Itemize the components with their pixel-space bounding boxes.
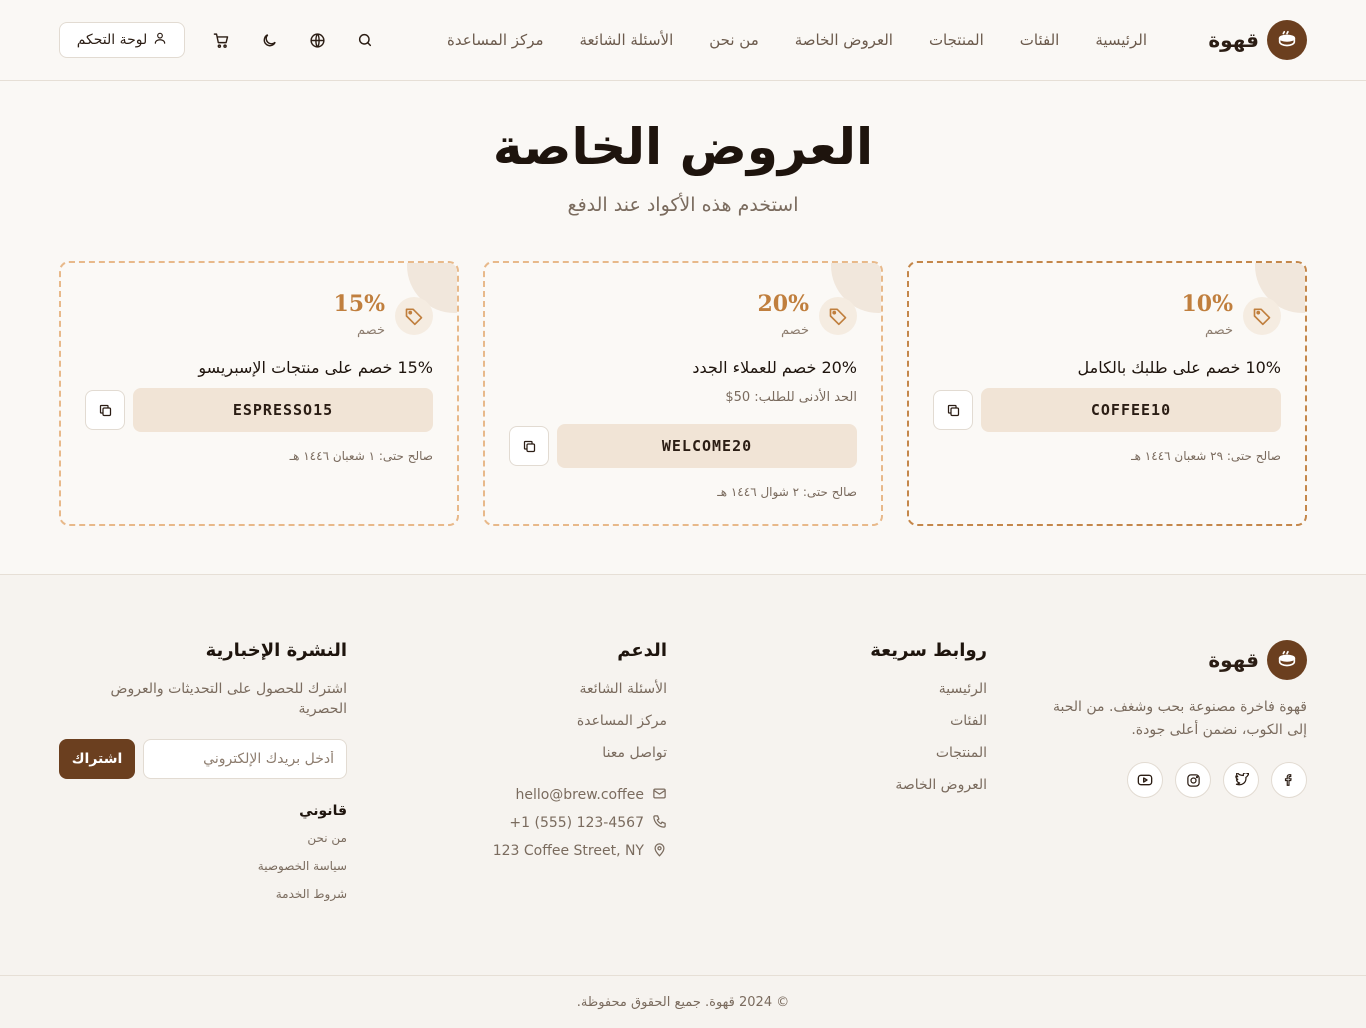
discount-label: خصم [357,323,385,338]
brand-name: قهوة [1208,28,1259,52]
tag-icon [819,297,857,335]
cart-icon[interactable] [209,28,233,52]
nav-help-center[interactable]: مركز المساعدة [447,31,544,49]
instagram-icon[interactable] [1175,762,1211,798]
copy-icon[interactable] [85,390,125,430]
nav-special-offers[interactable]: العروض الخاصة [795,31,893,49]
globe-icon[interactable] [305,28,329,52]
phone-text: +1 (555) 123-4567 [509,815,644,831]
legal-link-about[interactable]: من نحن [59,829,347,857]
support-title: الدعم [617,640,667,661]
offer-card: 15% خصم 15% خصم على منتجات الإسبريسو ESP… [59,261,459,526]
nav-home[interactable]: الرئيسية [1095,31,1147,49]
footer-brand: قهوة قهوة فاخرة مصنوعة بحب وشغف. من الحب… [1037,640,1307,798]
main-nav: الرئيسية الفئات المنتجات العروض الخاصة م… [447,0,1147,80]
discount-percent: 20% [757,291,809,317]
nav-faq[interactable]: الأسئلة الشائعة [580,31,674,49]
copy-icon[interactable] [933,390,973,430]
dashboard-label: لوحة التحكم [76,32,148,48]
email-text: hello@brew.coffee [515,787,644,803]
legal-link-privacy[interactable]: سياسة الخصوصية [59,857,347,885]
page-title: العروض الخاصة [492,118,874,176]
dashboard-button[interactable]: لوحة التحكم [59,22,185,58]
copyright-text: © 2024 قهوة. جميع الحقوق محفوظة. [576,995,790,1010]
contact-phone[interactable]: +1 (555) 123-4567 [493,809,667,837]
discount-label: خصم [781,323,809,338]
site-header: قهوة الرئيسية الفئات المنتجات العروض الخ… [0,0,1366,81]
email-input[interactable] [143,739,347,779]
mail-icon [652,786,667,805]
social-links [1037,762,1307,798]
offer-card: 20% خصم 20% خصم للعملاء الجدد الحد الأدن… [483,261,883,526]
footer-newsletter: النشرة الإخبارية اشترك للحصول على التحدي… [59,640,347,913]
discount-label: خصم [1205,323,1233,338]
footer-brand-name: قهوة [1208,648,1259,672]
phone-icon [652,814,667,833]
offer-description: 15% خصم على منتجات الإسبريسو [198,358,433,377]
facebook-icon[interactable] [1271,762,1307,798]
address-text: 123 Coffee Street, NY [492,843,644,859]
twitter-icon[interactable] [1223,762,1259,798]
newsletter-description: اشترك للحصول على التحديثات والعروض الحصر… [110,681,347,717]
footer-link-help-center[interactable]: مركز المساعدة [493,711,667,743]
footer-link-faq[interactable]: الأسئلة الشائعة [493,679,668,711]
contact-email[interactable]: hello@brew.coffee [493,781,667,809]
site-footer: قهوة قهوة فاخرة مصنوعة بحب وشغف. من الحب… [0,574,1366,1028]
contact-address: 123 Coffee Street, NY [493,837,667,865]
legal-links: قانوني من نحن سياسة الخصوصية شروط الخدمة [59,803,347,913]
minimum-order: الحد الأدنى للطلب: 50$ [725,390,857,405]
copyright-bar: © 2024 قهوة. جميع الحقوق محفوظة. [0,975,1366,1028]
newsletter-title: النشرة الإخبارية [205,640,347,661]
tag-icon [1243,297,1281,335]
discount-percent: 15% [333,291,385,317]
moon-icon[interactable] [257,28,281,52]
brand-description: قهوة فاخرة مصنوعة بحب وشغف. من الحبة إلى… [1053,699,1307,738]
legal-link-terms[interactable]: شروط الخدمة [59,885,347,913]
brand-logo[interactable]: قهوة [1208,20,1307,60]
offer-card: 10% خصم 10% خصم على طلبك بالكامل COFFEE1… [907,261,1307,526]
footer-link-home[interactable]: الرئيسية [870,679,987,711]
offer-description: 20% خصم للعملاء الجدد [692,358,857,377]
promo-code[interactable]: WELCOME20 [557,424,857,468]
search-icon[interactable] [353,28,377,52]
nav-about[interactable]: من نحن [709,31,759,49]
valid-until: صالح حتى: ١ شعبان ١٤٤٦ هـ [289,449,433,463]
footer-link-special-offers[interactable]: العروض الخاصة [870,775,987,807]
subscribe-button[interactable]: اشتراك [59,739,135,779]
coffee-cup-icon [1267,640,1307,680]
coffee-cup-icon [1267,20,1307,60]
footer-link-contact[interactable]: تواصل معنا [493,743,667,775]
nav-categories[interactable]: الفئات [1020,31,1060,49]
copy-icon[interactable] [509,426,549,466]
footer-support: الدعم الأسئلة الشائعة مركز المساعدة تواص… [493,640,667,865]
footer-link-categories[interactable]: الفئات [870,711,987,743]
map-pin-icon [652,842,667,861]
header-actions: لوحة التحكم [59,22,377,58]
user-icon [153,31,167,49]
tag-icon [395,297,433,335]
valid-until: صالح حتى: ٢٩ شعبان ١٤٤٦ هـ [1131,449,1281,463]
youtube-icon[interactable] [1127,762,1163,798]
discount-percent: 10% [1181,291,1233,317]
newsletter-form: اشتراك [59,739,347,779]
promo-code[interactable]: ESPRESSO15 [133,388,433,432]
offer-description: 10% خصم على طلبك بالكامل [1077,358,1281,377]
promo-code[interactable]: COFFEE10 [981,388,1281,432]
footer-link-products[interactable]: المنتجات [870,743,987,775]
legal-title: قانوني [299,803,347,819]
nav-products[interactable]: المنتجات [929,31,984,49]
footer-quick-links: روابط سريعة الرئيسية الفئات المنتجات الع… [870,640,987,807]
valid-until: صالح حتى: ٢ شوال ١٤٤٦ هـ [717,485,857,499]
quick-links-title: روابط سريعة [870,640,987,661]
page-subtitle: استخدم هذه الأكواد عند الدفع [567,194,799,216]
